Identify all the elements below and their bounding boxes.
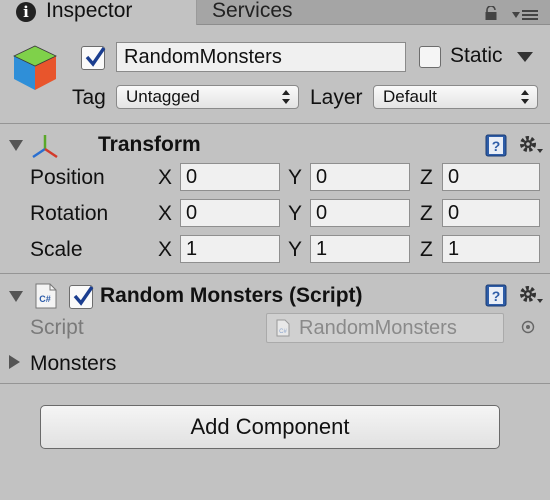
rotation-x-input[interactable]: 0 <box>180 199 280 227</box>
layer-select-value: Default <box>383 87 437 106</box>
svg-text:?: ? <box>492 138 501 154</box>
axis-y-label: Y <box>288 202 303 225</box>
script-enabled-checkbox[interactable] <box>69 285 94 309</box>
layer-label: Layer <box>310 86 363 109</box>
axis-x-label: X <box>158 202 173 225</box>
script-file-icon: C# <box>276 319 290 337</box>
rotation-z-input[interactable]: 0 <box>442 199 540 227</box>
tab-inspector[interactable]: i Inspector <box>0 0 197 25</box>
axis-z-label: Z <box>420 202 433 225</box>
scale-label: Scale <box>30 238 83 261</box>
monsters-label[interactable]: Monsters <box>30 352 116 376</box>
csharp-icon-text: C# <box>39 294 51 304</box>
axis-y-label: Y <box>288 238 303 261</box>
axis-z-label: Z <box>420 166 433 189</box>
layer-select[interactable]: Default <box>373 85 538 109</box>
axis-z-label: Z <box>420 238 433 261</box>
tab-services[interactable]: Services <box>212 0 293 23</box>
transform-foldout-icon[interactable] <box>9 140 23 151</box>
updown-arrows-icon <box>521 90 529 104</box>
position-x-input[interactable]: 0 <box>180 163 280 191</box>
static-label: Static <box>450 44 503 67</box>
transform-title: Transform <box>98 133 201 156</box>
checkmark-icon <box>73 286 94 306</box>
updown-arrows-icon <box>282 90 290 104</box>
help-book-icon[interactable]: ? <box>484 283 508 307</box>
info-icon: i <box>16 2 36 22</box>
csharp-script-icon: C# <box>35 283 57 309</box>
divider <box>0 123 550 124</box>
position-label: Position <box>30 166 105 189</box>
script-reference-field[interactable]: RandomMonsters <box>266 313 504 343</box>
tab-inspector-label: Inspector <box>46 0 133 22</box>
object-name-input[interactable]: RandomMonsters <box>116 42 406 72</box>
script-foldout-icon[interactable] <box>9 291 23 302</box>
object-picker-icon[interactable] <box>521 320 535 334</box>
monsters-foldout-icon[interactable] <box>9 355 20 369</box>
add-component-button[interactable]: Add Component <box>40 405 500 449</box>
static-dropdown-arrow-icon[interactable] <box>517 52 533 62</box>
scale-x-input[interactable]: 1 <box>180 235 280 263</box>
lock-icon[interactable] <box>484 6 498 20</box>
active-checkbox[interactable] <box>81 46 106 70</box>
tag-label: Tag <box>72 86 106 109</box>
svg-text:C#: C# <box>279 329 287 335</box>
checkmark-icon <box>85 47 106 67</box>
axis-x-label: X <box>158 238 173 261</box>
script-label: Script <box>30 316 84 339</box>
gameobject-cube-icon <box>13 45 57 90</box>
rotation-label: Rotation <box>30 202 109 225</box>
axis-y-label: Y <box>288 166 303 189</box>
axis-x-label: X <box>158 166 173 189</box>
transform-axes-icon <box>32 135 58 159</box>
rotation-y-input[interactable]: 0 <box>310 199 410 227</box>
gear-icon[interactable] <box>518 283 544 307</box>
divider <box>0 383 550 384</box>
divider <box>0 273 550 274</box>
scale-z-input[interactable]: 1 <box>442 235 540 263</box>
static-checkbox[interactable] <box>419 46 441 68</box>
svg-text:?: ? <box>492 288 501 304</box>
position-z-input[interactable]: 0 <box>442 163 540 191</box>
script-component-title: Random Monsters (Script) <box>100 284 363 307</box>
tag-select[interactable]: Untagged <box>116 85 299 109</box>
help-book-icon[interactable]: ? <box>484 133 508 157</box>
scale-y-input[interactable]: 1 <box>310 235 410 263</box>
tag-select-value: Untagged <box>126 87 200 106</box>
context-menu-icon[interactable] <box>512 8 540 22</box>
gear-icon[interactable] <box>518 133 544 157</box>
position-y-input[interactable]: 0 <box>310 163 410 191</box>
